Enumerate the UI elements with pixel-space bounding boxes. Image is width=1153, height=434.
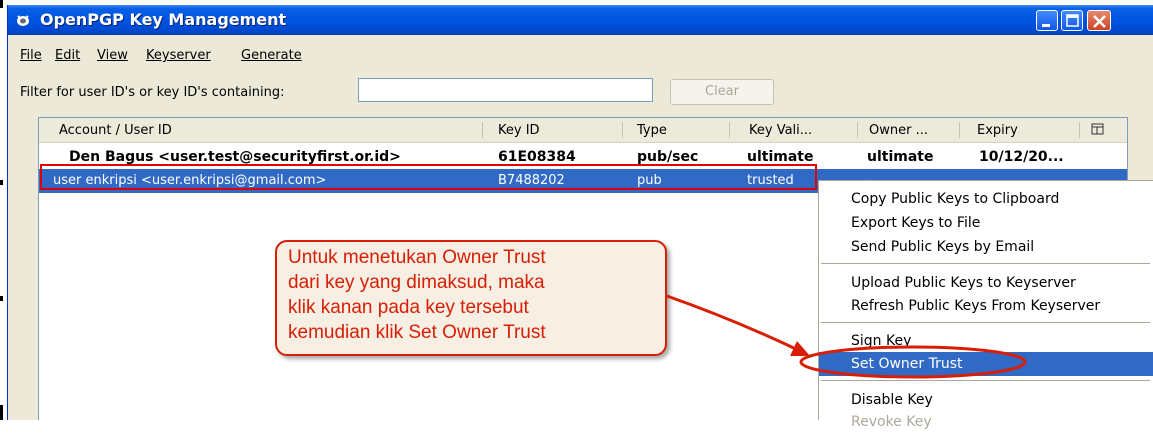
annotation-circle [799,345,1027,379]
annotation-arrow [666,294,799,352]
annotation-overlay [666,294,1027,379]
